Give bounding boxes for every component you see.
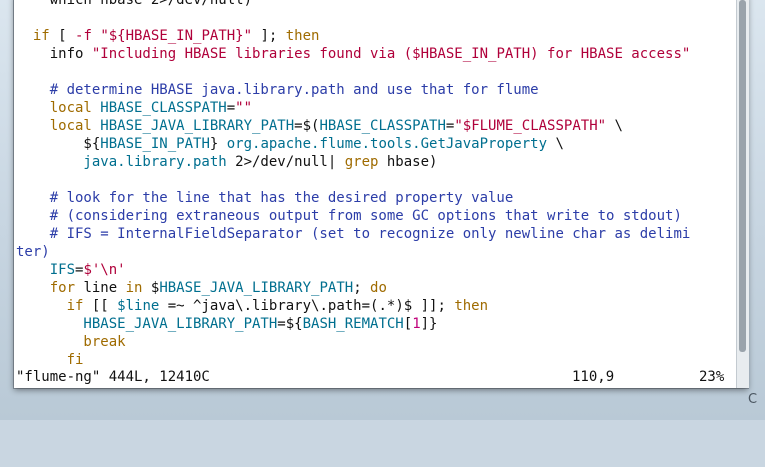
code-line[interactable]: # (considering extraneous output from so… (16, 207, 682, 225)
taskbar-corner-glyph: C (748, 392, 758, 407)
code-line[interactable]: java.library.path 2>/dev/null| grep hbas… (16, 153, 437, 171)
code-token: HBASE_JAVA_LIBRARY_PATH (159, 280, 354, 296)
vertical-scrollbar[interactable] (736, 0, 749, 388)
code-token: ]; (252, 28, 286, 44)
code-token: then (285, 28, 320, 44)
code-token: line (75, 280, 126, 296)
code-token: grep (344, 154, 379, 170)
code-token: "${HBASE_IN_PATH}" (100, 28, 253, 44)
scroll-percent: 23% (699, 369, 725, 385)
code-token: ter) (16, 244, 50, 260)
code-token: info (16, 46, 92, 62)
code-token: fi (16, 352, 84, 368)
vim-status-line: "flume-ng" 444L, 12410C 110,9 23% (14, 367, 736, 387)
code-line[interactable]: which hbase 2>/dev/null) (16, 0, 252, 9)
code-token: hbase) (378, 154, 438, 170)
code-token: 2>/dev/null| (226, 154, 345, 170)
code-line[interactable]: # IFS = InternalFieldSeparator (set to r… (16, 225, 691, 243)
code-token: BASH_REMATCH (302, 316, 404, 332)
code-token: \ (606, 118, 623, 134)
code-token: local (16, 100, 92, 116)
code-line[interactable]: info "Including HBASE libraries found vi… (16, 45, 691, 63)
code-token: HBASE_CLASSPATH (100, 100, 227, 116)
code-token: # (considering extraneous output from so… (16, 208, 682, 224)
terminal-window[interactable]: which hbase 2>/dev/null) if [ -f "${HBAS… (14, 0, 749, 388)
code-token: HBASE_JAVA_LIBRARY_PATH (16, 316, 278, 332)
code-token: local (16, 118, 92, 134)
code-token: "" (235, 100, 253, 116)
code-token: $line (117, 298, 160, 314)
code-line[interactable]: ${HBASE_IN_PATH} org.apache.flume.tools.… (16, 135, 564, 153)
code-token: ${ (16, 136, 101, 152)
code-token: = (226, 100, 236, 116)
code-token: org.apache.flume.tools.GetJavaProperty (226, 136, 548, 152)
code-token: # look for the line that has the desired… (16, 190, 514, 206)
code-line[interactable]: break (16, 333, 126, 351)
code-token: do (370, 280, 387, 296)
code-token: HBASE_CLASSPATH (319, 118, 446, 134)
code-token: "Including HBASE libraries found via ($H… (91, 46, 691, 62)
code-line[interactable]: ter) (16, 243, 50, 261)
code-token: which hbase 2>/dev/null) (16, 0, 253, 8)
code-token: java.library.path (16, 154, 227, 170)
code-token: ]} (420, 316, 438, 332)
code-token: 1 (412, 316, 421, 332)
code-token: IFS (16, 262, 76, 278)
code-token: =~ ^java\.library\.path=(.*)$ ]]; (159, 298, 455, 314)
code-token: =$( (294, 118, 320, 134)
code-line[interactable]: HBASE_JAVA_LIBRARY_PATH=${BASH_REMATCH[1… (16, 315, 437, 333)
code-token: [ (403, 316, 413, 332)
code-token: HBASE_JAVA_LIBRARY_PATH (100, 118, 295, 134)
code-token: if (16, 28, 50, 44)
code-token: \ (547, 136, 564, 152)
cursor-position: 110,9 (572, 369, 615, 385)
code-token: then (454, 298, 489, 314)
code-line[interactable]: # determine HBASE java.library.path and … (16, 81, 539, 99)
code-token: "$FLUME_CLASSPATH" (454, 118, 607, 134)
file-info: "flume-ng" 444L, 12410C (16, 369, 210, 385)
code-line[interactable]: for line in $HBASE_JAVA_LIBRARY_PATH; do (16, 279, 387, 297)
code-token: # IFS = InternalFieldSeparator (set to r… (16, 226, 691, 242)
code-line[interactable]: local HBASE_JAVA_LIBRARY_PATH=$(HBASE_CL… (16, 117, 623, 135)
scrollbar-thumb[interactable] (739, 0, 746, 352)
code-token: =${ (277, 316, 303, 332)
vim-editor-buffer[interactable]: which hbase 2>/dev/null) if [ -f "${HBAS… (14, 0, 736, 388)
code-token: $ (142, 280, 160, 296)
code-line[interactable]: if [ -f "${HBASE_IN_PATH}" ]; then (16, 27, 320, 45)
code-token: if (16, 298, 84, 314)
code-token: $'\n' (83, 262, 126, 278)
code-token: break (16, 334, 126, 350)
code-line[interactable]: if [[ $line =~ ^java\.library\.path=(.*)… (16, 297, 488, 315)
code-line[interactable]: local HBASE_CLASSPATH="" (16, 99, 252, 117)
code-token: -f (75, 28, 92, 44)
code-token: HBASE_IN_PATH (100, 136, 210, 152)
code-line[interactable]: IFS=$'\n' (16, 261, 126, 279)
code-token: in (125, 280, 143, 296)
code-token: # determine HBASE java.library.path and … (16, 82, 539, 98)
code-line[interactable]: # look for the line that has the desired… (16, 189, 514, 207)
code-token: } (209, 136, 227, 152)
code-token: [[ (83, 298, 118, 314)
code-token: for (16, 280, 76, 296)
code-token: ; (353, 280, 371, 296)
code-token: [ (49, 28, 76, 44)
